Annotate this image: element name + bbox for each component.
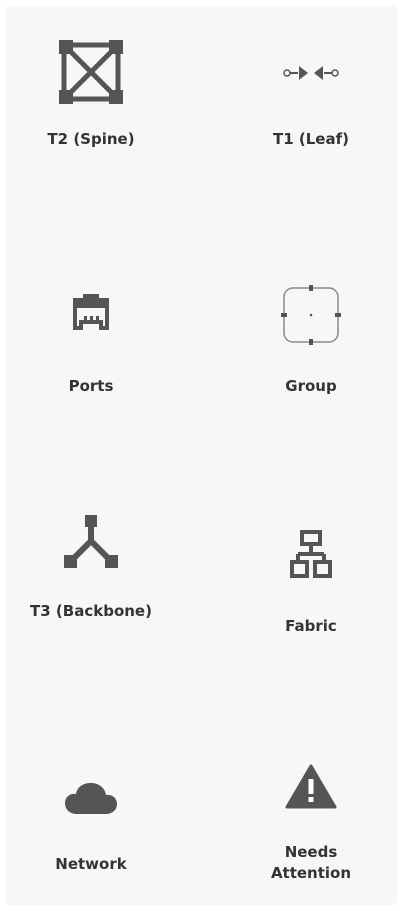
- palette-item-fabric[interactable]: Fabric: [226, 501, 396, 671]
- palette-item-network[interactable]: Network: [6, 746, 176, 906]
- backbone-icon: [6, 514, 176, 570]
- spine-switch-icon: [6, 40, 176, 104]
- palette-item-label: Fabric: [285, 617, 337, 635]
- fabric-icon: [226, 529, 396, 581]
- leaf-switch-icon: [226, 61, 396, 85]
- palette-item-group[interactable]: Group: [226, 256, 396, 426]
- palette-item-t3-backbone[interactable]: T3 (Backbone): [6, 501, 176, 671]
- palette-item-label: Needs Attention: [270, 843, 352, 882]
- palette-item-t2-spine[interactable]: T2 (Spine): [6, 6, 176, 196]
- palette-item-label: T1 (Leaf): [273, 130, 349, 148]
- cloud-icon: [6, 782, 176, 816]
- warning-icon: [226, 762, 396, 812]
- group-icon: [226, 284, 396, 346]
- palette-item-label: Network: [55, 855, 127, 873]
- node-palette: T2 (Spine) T1 (Leaf) Ports Group T3 (Bac…: [6, 6, 397, 905]
- palette-item-label: T3 (Backbone): [30, 602, 152, 620]
- palette-item-needs-attention[interactable]: Needs Attention: [226, 746, 396, 906]
- palette-item-label: Group: [285, 377, 337, 395]
- palette-item-label: Ports: [68, 377, 114, 395]
- palette-item-label: T2 (Spine): [47, 130, 135, 148]
- palette-item-t1-leaf[interactable]: T1 (Leaf): [226, 6, 396, 196]
- port-icon: [6, 292, 176, 332]
- palette-item-ports[interactable]: Ports: [6, 256, 176, 426]
